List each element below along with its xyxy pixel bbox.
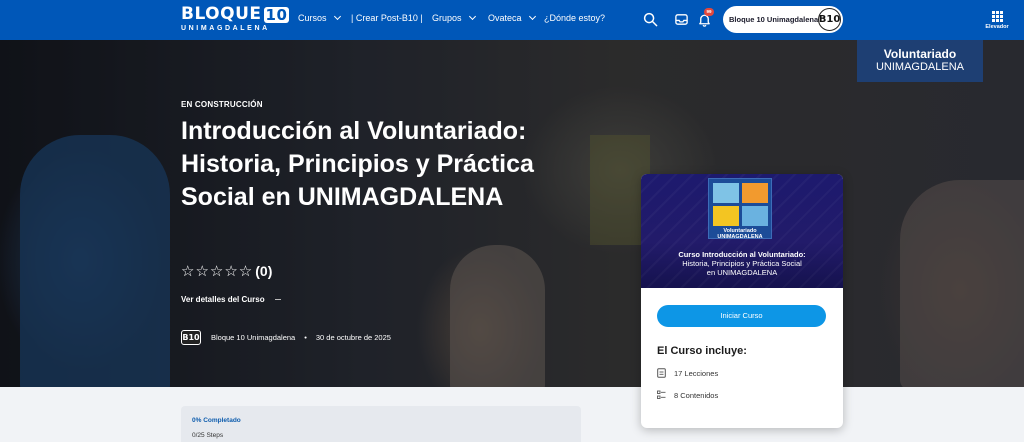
- user-menu[interactable]: Bloque 10 Unimagdalena B10: [723, 6, 843, 33]
- logo-caption: Voluntariado UNIMAGDALENA: [717, 228, 763, 240]
- thumbnail-line3: en UNIMAGDALENA: [706, 268, 778, 277]
- start-course-button[interactable]: Iniciar Curso: [657, 305, 826, 327]
- lessons-count: 17 Lecciones: [674, 368, 719, 378]
- banner-line2: UNIMAGDALENA: [875, 61, 965, 73]
- hand-icon: [713, 206, 739, 226]
- logo-text: BLOQUE: [181, 4, 262, 24]
- author-name[interactable]: Bloque 10 Unimagdalena: [211, 333, 295, 342]
- logo-subtitle: UNIMAGDALENA: [181, 25, 270, 32]
- top-navbar: BLOQUE 10 UNIMAGDALENA Cursos | Crear Pos…: [0, 0, 1024, 40]
- list-icon: [657, 390, 666, 399]
- course-rating: ☆☆☆☆☆ (0): [181, 262, 272, 280]
- rating-count: (0): [255, 263, 273, 279]
- course-thumbnail: Voluntariado UNIMAGDALENA Curso Introduc…: [641, 174, 843, 288]
- chevron-down-icon: [528, 12, 536, 21]
- site-logo[interactable]: BLOQUE 10 UNIMAGDALENA: [181, 4, 290, 32]
- hero-photo-person: [20, 135, 170, 387]
- course-details-label: Ver detalles del Curso: [181, 295, 265, 304]
- progress-percent: 0% Completado: [192, 417, 241, 424]
- lessons-item: 17 Lecciones: [657, 368, 718, 378]
- logo-number: 10: [263, 5, 290, 24]
- apps-menu[interactable]: Elevador: [984, 11, 1010, 30]
- nav-ovateca-label: Ovateca: [488, 13, 522, 23]
- nav-cursos[interactable]: Cursos: [298, 12, 341, 23]
- nav-grupos[interactable]: Grupos: [432, 12, 476, 23]
- author-avatar: B10: [181, 330, 201, 345]
- hero-photo-child: [450, 245, 545, 387]
- thumbnail-line2: Historia, Principios y Práctica Social: [682, 259, 802, 268]
- nav-ovateca[interactable]: Ovateca: [488, 12, 536, 23]
- voluntariado-logo: Voluntariado UNIMAGDALENA: [708, 178, 772, 240]
- includes-title: El Curso incluye:: [657, 345, 747, 357]
- thumbnail-line1: Curso Introducción al Voluntariado:: [678, 250, 806, 259]
- user-name: Bloque 10 Unimagdalena: [729, 15, 819, 24]
- publish-date: 30 de octubre de 2025: [315, 333, 391, 342]
- nav-crear-post[interactable]: | Crear Post-B10 |: [351, 13, 423, 23]
- course-author: B10 Bloque 10 Unimagdalena • 30 de octub…: [181, 330, 391, 345]
- nav-grupos-label: Grupos: [432, 13, 462, 23]
- banner-line1: Voluntariado: [883, 47, 957, 61]
- thumbnail-caption: Curso Introducción al Voluntariado: Hist…: [641, 250, 843, 277]
- grid-icon: [984, 11, 1010, 22]
- dash-icon: [274, 299, 281, 300]
- course-card: Voluntariado UNIMAGDALENA Curso Introduc…: [641, 174, 843, 428]
- course-status: EN CONSTRUCCIÓN: [181, 100, 263, 109]
- chevron-down-icon: [333, 12, 341, 21]
- search-icon[interactable]: [643, 12, 658, 27]
- notification-badge: 99: [704, 8, 714, 16]
- course-title: Introducción al Voluntariado: Historia, …: [181, 117, 534, 211]
- hero-photo-banner: Voluntariado UNIMAGDALENA: [857, 40, 983, 82]
- nav-donde-estoy[interactable]: ¿Dónde estoy?: [544, 13, 605, 23]
- contents-count: 8 Contenidos: [674, 390, 719, 400]
- nav-donde-estoy-label: ¿Dónde estoy?: [544, 13, 606, 23]
- hero-photo-child-right: [900, 180, 1024, 387]
- avatar: B10: [818, 8, 841, 31]
- apps-label: Elevador: [985, 24, 1009, 30]
- progress-steps: 0/25 Steps: [192, 432, 224, 439]
- document-icon: [657, 368, 666, 378]
- contents-item: 8 Contenidos: [657, 390, 718, 400]
- hand-icon: [713, 183, 739, 203]
- nav-crear-post-label: | Crear Post-B10 |: [351, 13, 423, 23]
- star-icon: ☆☆☆☆☆: [181, 262, 254, 280]
- hand-icon: [742, 183, 768, 203]
- hand-icon: [742, 206, 768, 226]
- separator-dot: •: [304, 333, 307, 342]
- inbox-icon[interactable]: [674, 12, 689, 27]
- course-details-link[interactable]: Ver detalles del Curso: [181, 295, 281, 304]
- chevron-down-icon: [468, 12, 476, 21]
- nav-cursos-label: Cursos: [298, 13, 327, 23]
- course-progress: 0% Completado 0/25 Steps: [181, 406, 581, 442]
